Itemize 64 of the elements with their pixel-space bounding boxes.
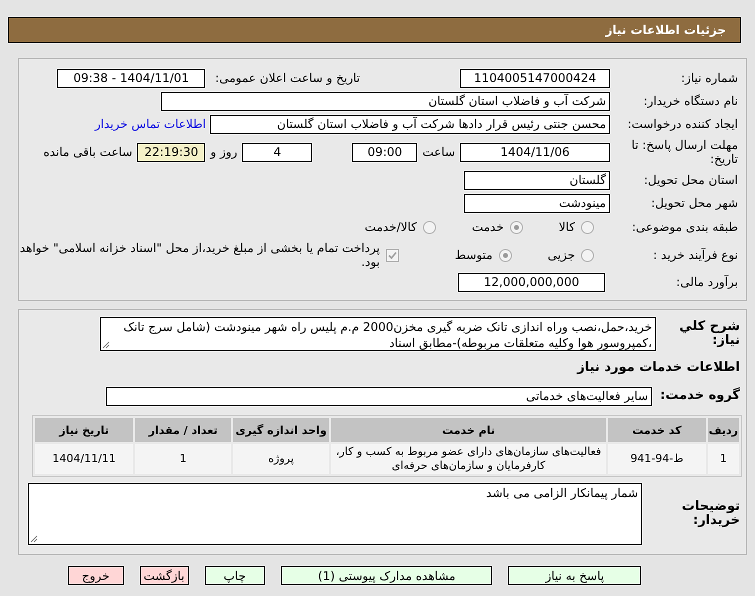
deadline-time-field: 09:00 [352,142,418,162]
announce-date-field: 1404/11/01 - 09:38 [57,68,206,88]
days-field: 4 [242,142,312,162]
radio-label: متوسط [454,248,493,262]
field-label: طبقه بندی موضوعی: [630,220,738,234]
action-button[interactable]: پاسخ به نیاز [508,566,642,585]
description-field: خرید،حمل،نصب وراه اندازی تانک ضربه گیری مخزن2000 م.م پلیس راه شهر مینودشت (شامل سرج تانک ،کمپروسور هوا وکلیه متعلقات مربوطه)-مطابق اسناد [100,317,656,351]
field-label: روز و [210,145,238,159]
radio-label: کالا/خدمت [364,220,417,234]
action-button[interactable]: چاپ [204,566,265,585]
table-cell: ط-94-941 [608,444,706,474]
field-label: استان محل تحویل: [642,173,738,187]
checkbox-label: پرداخت تمام یا بخشی از مبلغ خرید،از محل "اسناد خزانه اسلامی" خواهد بود. [19,241,380,269]
radio-button[interactable] [510,220,523,234]
budget-field: 12,000,000,000 [458,272,605,292]
action-button[interactable]: مشاهده مدارک پیوستی (1) [280,566,492,585]
field-label: برآورد مالی: [675,275,738,289]
table-cell: فعالیت‌های سازمان‌های دارای عضو مربوط به کسب و کار، کارفرمایان و سازمان‌های حرفه‌ای [331,444,606,474]
field-label: شهر محل تحویل: [650,196,738,210]
table-cell: 1 [135,444,232,474]
field-label: توضیحات خریدار: [680,500,740,528]
field-label: گروه خدمت: [659,389,740,403]
column-header: نام خدمت [331,418,606,442]
radio-button[interactable] [498,248,512,262]
resize-grip-icon [30,535,38,543]
table-cell: 1404/11/11 [35,444,134,474]
field-label: تاریخ و ساعت اعلان عمومی: [215,71,360,85]
field-label: ساعت [422,145,455,159]
column-header: واحد اندازه گیری [233,418,330,442]
column-header: تاریخ نیاز [35,418,134,442]
field-label: نام دستگاه خریدار: [642,94,738,108]
buyer-contact-link[interactable]: اطلاعات تماس خریدار [94,117,206,131]
radio-label: کالا [558,220,575,234]
column-header: تعداد / مقدار [135,418,232,442]
field-label: شماره نیاز: [680,71,738,85]
requester-field: محسن جنتی رئیس قرار دادها شرکت آب و فاضلاب استان گلستان [210,114,610,134]
radio-button[interactable] [581,220,594,234]
field-label: ایجاد کننده درخواست: [626,117,738,131]
radio-button[interactable] [422,220,436,234]
action-button[interactable]: خروج [68,566,124,585]
field-label: مهلت ارسال پاسخ: تا تاریخ: [630,138,738,166]
section-heading: اطلاعات خدمات مورد نیاز [577,360,740,374]
field-label: شرح کلي نياز: [678,320,740,348]
remaining-time-field: 22:19:30 [137,142,206,162]
field-label: ساعت باقی مانده [43,145,132,159]
column-header: کد خدمت [608,418,706,442]
column-header: ردیف [708,418,739,442]
service-group-field: سایر فعالیت‌های خدماتی [106,386,652,406]
radio-label: جزیی [548,248,575,262]
checkbox[interactable] [386,248,399,262]
resize-grip-icon [102,341,110,349]
table-cell: پروژه [233,444,330,474]
action-button[interactable]: بازگشت [140,566,188,585]
city-field: مینودشت [464,194,610,212]
page-header: جزئیات اطلاعات نیاز [8,17,741,43]
province-field: گلستان [464,170,610,190]
table-cell: 1 [708,444,739,474]
buyer-notes-field: شمار پیمانکار الزامی می باشد [28,483,642,545]
buyer-field: شرکت آب و فاضلاب استان گلستان [161,92,610,110]
field-label: نوع فرآیند خرید : [652,248,738,262]
need-number-field: 1104005147000424 [460,68,610,88]
deadline-date-field: 1404/11/06 [460,142,610,162]
radio-label: خدمت [472,220,504,234]
radio-button[interactable] [581,248,594,262]
